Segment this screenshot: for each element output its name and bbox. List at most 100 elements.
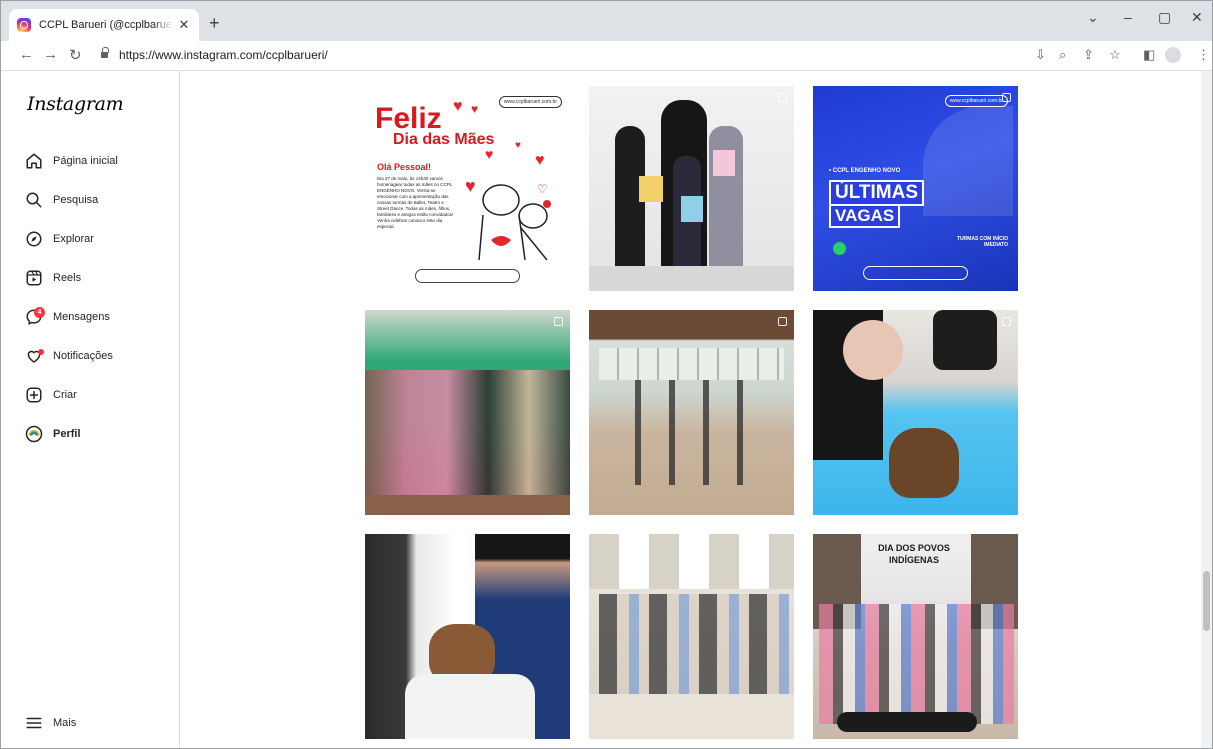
- heart-decoration-icon: ♥: [535, 152, 545, 169]
- photo-person: [843, 320, 903, 380]
- sidebar-item-profile[interactable]: Perfil: [25, 422, 81, 446]
- lock-icon: [101, 47, 109, 59]
- messenger-icon-wrap: 4: [25, 307, 45, 326]
- profile-posts-grid: www.ccplbarueri.com.br Feliz Dia das Mãe…: [181, 71, 1203, 748]
- instagram-favicon-icon: [17, 18, 31, 32]
- profile-icon[interactable]: [1165, 47, 1181, 63]
- create-icon: [26, 387, 42, 403]
- post-title-vagas: VAGAS: [829, 204, 901, 228]
- post-tile-dia-das-maes[interactable]: www.ccplbarueri.com.br Feliz Dia das Mãe…: [365, 86, 570, 291]
- sidebar-item-label: Notificações: [53, 350, 113, 362]
- sidebar-item-label: Mais: [53, 717, 77, 729]
- photo-floor: [589, 266, 794, 291]
- menu-dots-icon[interactable]: ⋮: [1197, 47, 1210, 63]
- post-banner-text: DIA DOS POVOS INDÍGENAS: [878, 543, 950, 565]
- post-turmas-text: TURMAS COM INÍCIO IMEDIATO: [956, 236, 1008, 248]
- sidebar-item-label: Página inicial: [53, 155, 118, 167]
- home-icon: [26, 153, 42, 169]
- carousel-icon: [778, 93, 787, 102]
- post-tile-dance-class[interactable]: [589, 310, 794, 515]
- tab-title: CCPL Barueri (@ccplbarueri) • Fo: [39, 19, 173, 31]
- sidebar-item-label: Pesquisa: [53, 194, 99, 206]
- back-arrow-icon[interactable]: ←: [19, 46, 34, 63]
- side-panel-icon[interactable]: ◧: [1143, 47, 1155, 63]
- photo-shirt: [933, 310, 997, 370]
- heart-decoration-icon: ♥: [485, 146, 494, 162]
- sidebar-item-label: Reels: [53, 272, 82, 284]
- tab-strip: CCPL Barueri (@ccplbarueri) • Fo ✕ + ⌄ –…: [1, 1, 1212, 41]
- sidebar-item-reels[interactable]: Reels: [25, 266, 81, 290]
- new-tab-button[interactable]: +: [209, 14, 220, 32]
- menu-icon: [26, 717, 42, 729]
- post-tile-group-green[interactable]: [365, 310, 570, 515]
- install-app-icon[interactable]: ⇩: [1035, 47, 1046, 63]
- browser-window: CCPL Barueri (@ccplbarueri) • Fo ✕ + ⌄ –…: [0, 0, 1213, 749]
- heart-decoration-icon: ♥: [515, 140, 521, 151]
- address-bar[interactable]: https://www.instagram.com/ccplbarueri/: [119, 48, 328, 62]
- photo-children: [819, 604, 1014, 724]
- zoom-icon[interactable]: ⌕: [1059, 47, 1066, 63]
- carousel-icon: [1002, 317, 1011, 326]
- sidebar-item-label: Perfil: [53, 428, 81, 440]
- post-footer-logos: [863, 266, 968, 280]
- carousel-icon: [554, 317, 563, 326]
- post-body-text: Dia 27 de maio, às 14h30 vamos homenagea…: [377, 176, 454, 229]
- close-window-button[interactable]: ✕: [1191, 9, 1203, 26]
- post-greeting: Olá Pessoal!: [377, 162, 432, 172]
- heart-icon-wrap: [25, 347, 44, 365]
- sidebar-item-label: Explorar: [53, 233, 94, 245]
- post-footer-logos: [415, 269, 520, 283]
- browser-tab[interactable]: CCPL Barueri (@ccplbarueri) • Fo ✕: [9, 9, 199, 41]
- post-tile-dog-grooming[interactable]: [365, 534, 570, 739]
- photo-people: [365, 370, 570, 515]
- sidebar-item-messages[interactable]: 4 Mensagens: [25, 305, 110, 329]
- reels-icon: [26, 270, 42, 286]
- instagram-logo[interactable]: Instagram: [27, 93, 124, 115]
- post-tile-group-photo[interactable]: [589, 86, 794, 291]
- bookmark-star-icon[interactable]: ☆: [1109, 47, 1121, 63]
- sidebar-item-label: Criar: [53, 389, 77, 401]
- maximize-button[interactable]: ▢: [1158, 9, 1171, 26]
- post-tile-dog-bath[interactable]: [813, 310, 1018, 515]
- photo-certificate: [681, 196, 703, 222]
- photo-certificate: [639, 176, 663, 202]
- photo-dancers: [619, 380, 769, 485]
- scrollbar-thumb[interactable]: [1203, 571, 1210, 631]
- share-icon[interactable]: ⇪: [1083, 47, 1094, 63]
- page-scrollbar[interactable]: [1201, 71, 1212, 748]
- search-icon: [26, 192, 42, 208]
- messages-badge: 4: [34, 307, 45, 318]
- photo-certificate: [713, 150, 735, 176]
- sidebar-item-explore[interactable]: Explorar: [25, 227, 94, 251]
- photo-child-lying: [837, 712, 977, 732]
- photo-figure: [709, 126, 743, 276]
- post-tile-povos-indigenas[interactable]: DIA DOS POVOS INDÍGENAS: [813, 534, 1018, 739]
- photo-floor: [589, 694, 794, 739]
- close-tab-icon[interactable]: ✕: [177, 17, 191, 33]
- tab-search-icon[interactable]: ⌄: [1087, 9, 1099, 26]
- post-tile-ultimas-vagas[interactable]: www.ccplbarueri.com.br • CCPL ENGENHO NO…: [813, 86, 1018, 291]
- minimize-button[interactable]: –: [1124, 9, 1132, 25]
- sidebar-item-search[interactable]: Pesquisa: [25, 188, 98, 212]
- notification-dot: [38, 349, 44, 355]
- carousel-icon: [778, 317, 787, 326]
- photo-floor: [365, 495, 570, 515]
- sidebar-item-home[interactable]: Página inicial: [25, 149, 118, 173]
- sidebar-item-notifications[interactable]: Notificações: [25, 344, 113, 368]
- post-subtitle: • CCPL ENGENHO NOVO: [829, 168, 901, 174]
- reload-icon[interactable]: ↻: [69, 46, 82, 64]
- photo-windows: [599, 348, 784, 380]
- photo-dog: [889, 428, 959, 498]
- sidebar-item-create[interactable]: Criar: [25, 383, 77, 407]
- browser-toolbar: ← → ↻ https://www.instagram.com/ccplbaru…: [1, 41, 1212, 71]
- flork-drawing-illustration: [478, 184, 551, 261]
- forward-arrow-icon[interactable]: →: [43, 46, 58, 63]
- heart-decoration-icon: ♥: [471, 102, 479, 116]
- photo-towel: [405, 674, 535, 739]
- post-title-ultimas: ÚLTIMAS: [829, 180, 925, 206]
- post-title-dia-das-maes: Dia das Mães: [393, 131, 495, 148]
- building-shape: [923, 106, 1013, 216]
- photo-windows: [589, 534, 794, 589]
- post-tile-classroom[interactable]: [589, 534, 794, 739]
- sidebar-item-more[interactable]: Mais: [25, 711, 76, 735]
